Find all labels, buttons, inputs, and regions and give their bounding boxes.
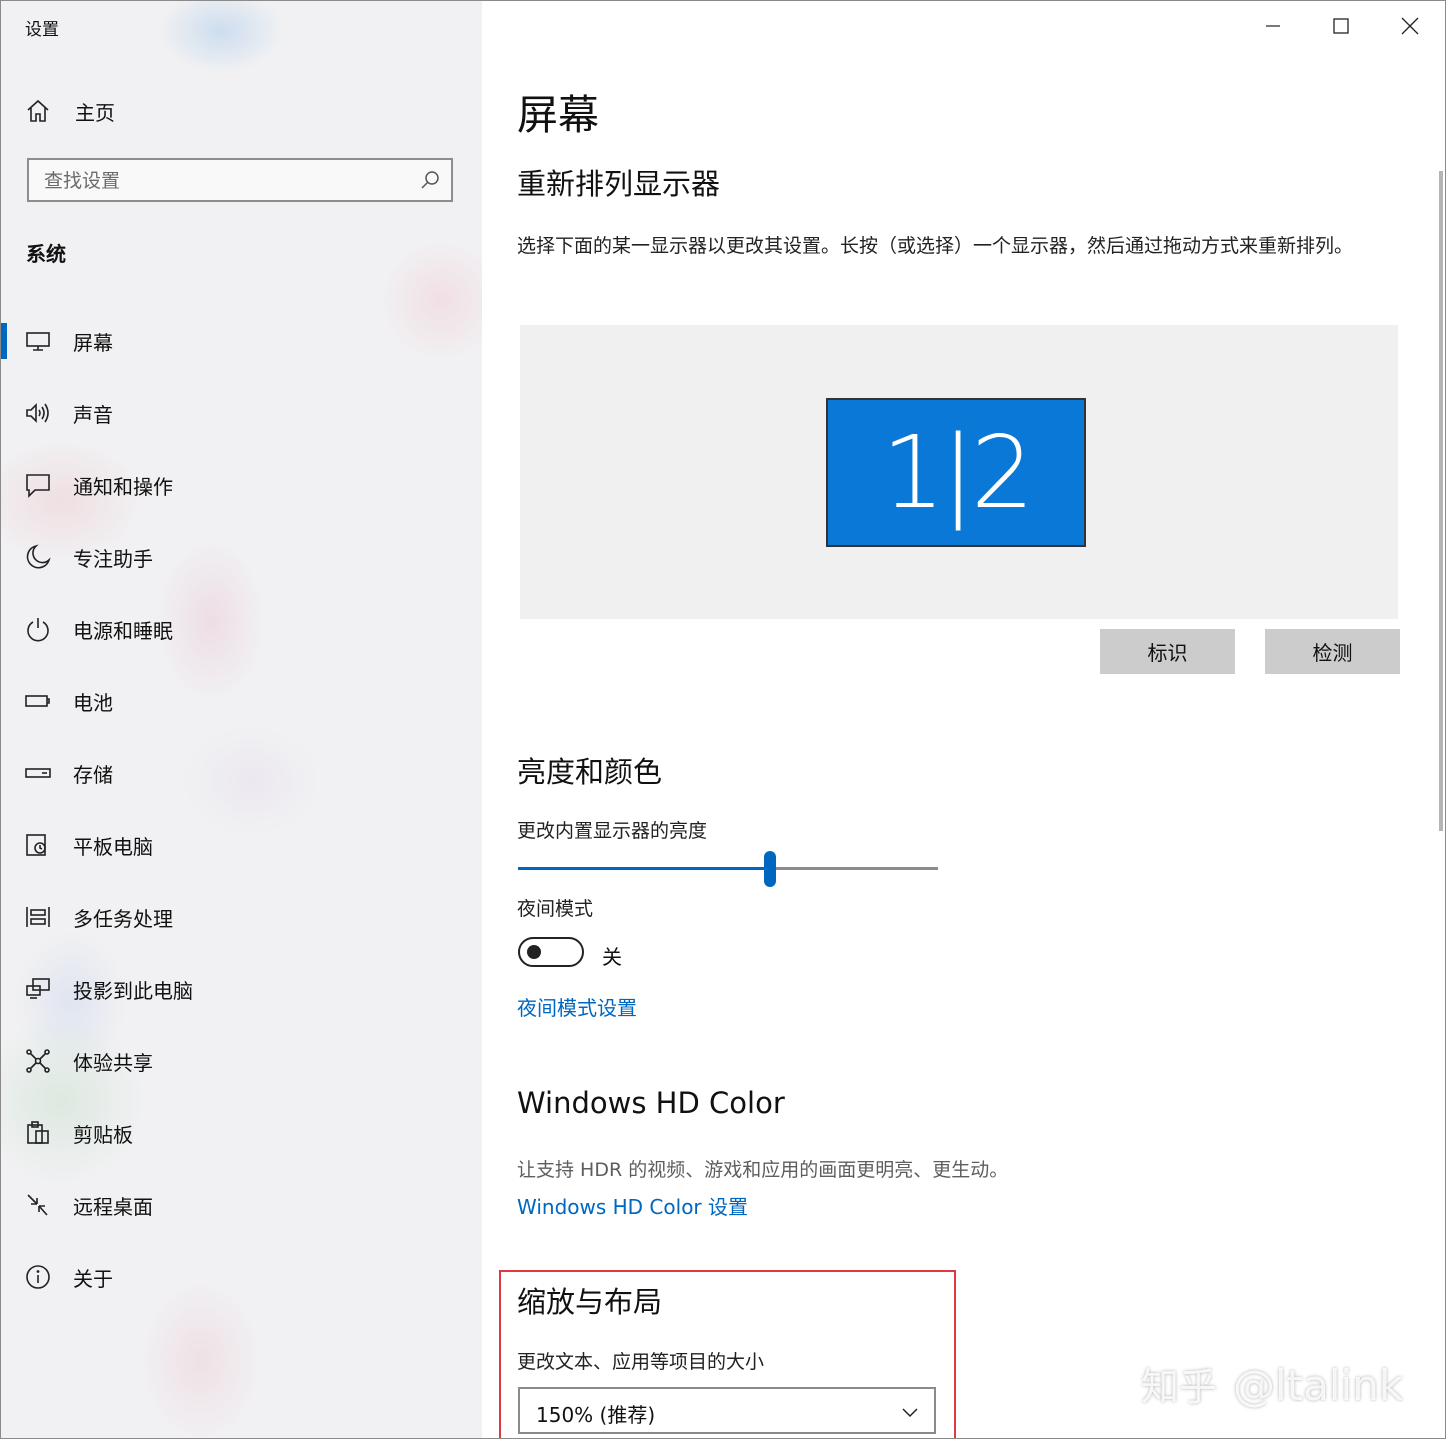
sidebar-item-shared-experiences[interactable]: 体验共享	[1, 1025, 482, 1097]
battery-icon	[25, 695, 50, 707]
rearrange-description: 选择下面的某一显示器以更改其设置。长按（或选择）一个显示器，然后通过拖动方式来重…	[517, 235, 1354, 257]
tablet-icon	[26, 834, 46, 856]
speaker-icon	[26, 403, 49, 423]
hd-color-settings-link[interactable]: Windows HD Color 设置	[517, 1191, 748, 1220]
night-mode-toggle[interactable]	[518, 937, 584, 967]
brightness-heading: 亮度和颜色	[517, 755, 663, 789]
slider-fill	[518, 867, 770, 870]
sidebar-item-project[interactable]: 投影到此电脑	[1, 953, 482, 1025]
sidebar-item-remote-desktop[interactable]: 远程桌面	[1, 1169, 482, 1241]
sidebar-item-display[interactable]: 屏幕	[1, 305, 482, 377]
scale-dropdown[interactable]: 150% (推荐)	[518, 1387, 936, 1434]
section-label: 系统	[26, 242, 66, 266]
night-mode-settings-link[interactable]: 夜间模式设置	[517, 992, 637, 1021]
sidebar-item-label: 通知和操作	[73, 475, 173, 499]
home-nav-item[interactable]: 主页	[25, 93, 115, 129]
sidebar-item-sound[interactable]: 声音	[1, 377, 482, 449]
slider-track	[770, 867, 938, 870]
rearrange-heading: 重新排列显示器	[517, 167, 721, 201]
share-icon	[26, 1049, 50, 1073]
monitor-number: 1|2	[881, 414, 1035, 531]
project-icon	[26, 978, 50, 999]
moon-icon	[26, 544, 51, 569]
watermark-handle: @ltalink	[1233, 1361, 1404, 1410]
sidebar: 设置 主页 系统 屏幕 声音 通知和操作	[1, 1, 482, 1438]
sidebar-item-label: 多任务处理	[73, 907, 173, 931]
hd-color-description: 让支持 HDR 的视频、游戏和应用的画面更明亮、更生动。	[517, 1159, 1009, 1181]
sidebar-item-label: 声音	[73, 403, 113, 427]
watermark: 知乎 @ltalink	[1141, 1356, 1403, 1411]
sidebar-item-label: 专注助手	[73, 547, 153, 571]
remote-desktop-icon	[27, 1194, 48, 1216]
info-icon	[26, 1265, 50, 1289]
sidebar-item-notifications[interactable]: 通知和操作	[1, 449, 482, 521]
detect-button[interactable]: 检测	[1265, 629, 1400, 674]
night-mode-state: 关	[602, 945, 622, 969]
search-input[interactable]	[29, 160, 426, 202]
hd-color-heading: Windows HD Color	[517, 1086, 785, 1120]
content-pane: 屏幕 重新排列显示器 选择下面的某一显示器以更改其设置。长按（或选择）一个显示器…	[482, 1, 1445, 1438]
power-icon	[27, 618, 49, 642]
clipboard-icon	[27, 1121, 49, 1144]
sidebar-nav: 屏幕 声音 通知和操作 专注助手 电源和睡眠 电池 存储 平板电脑 多任务处理 …	[1, 305, 482, 1313]
sidebar-item-label: 电源和睡眠	[73, 619, 173, 643]
sidebar-item-power-sleep[interactable]: 电源和睡眠	[1, 593, 482, 665]
display-arrangement-area: 1|2	[520, 325, 1398, 619]
monitor-icon	[26, 332, 50, 351]
notification-icon	[26, 474, 50, 498]
search-box[interactable]	[27, 158, 453, 202]
multitask-icon	[26, 907, 50, 927]
slider-thumb[interactable]	[764, 851, 776, 887]
watermark-logo: 知乎	[1141, 1365, 1218, 1409]
scale-dropdown-value: 150% (推荐)	[536, 1403, 656, 1427]
sidebar-item-tablet[interactable]: 平板电脑	[1, 809, 482, 881]
home-icon	[27, 99, 49, 122]
sidebar-item-label: 体验共享	[73, 1051, 153, 1075]
home-label: 主页	[75, 100, 115, 125]
scale-heading: 缩放与布局	[517, 1285, 663, 1319]
sidebar-item-about[interactable]: 关于	[1, 1241, 482, 1313]
chevron-down-icon	[902, 1408, 918, 1418]
sidebar-item-label: 屏幕	[73, 331, 113, 355]
sidebar-item-label: 电池	[73, 691, 113, 715]
settings-window: 设置 主页 系统 屏幕 声音 通知和操作	[0, 0, 1446, 1439]
brightness-slider-label: 更改内置显示器的亮度	[517, 820, 708, 842]
sidebar-item-focus-assist[interactable]: 专注助手	[1, 521, 482, 593]
brightness-slider[interactable]	[518, 851, 938, 887]
sidebar-item-multitasking[interactable]: 多任务处理	[1, 881, 482, 953]
scrollbar-thumb[interactable]	[1439, 171, 1443, 831]
storage-icon	[25, 768, 51, 778]
sidebar-item-label: 存储	[73, 763, 113, 787]
app-title: 设置	[25, 20, 59, 40]
night-mode-label: 夜间模式	[517, 898, 594, 920]
toggle-knob	[527, 945, 541, 959]
monitor-tile[interactable]: 1|2	[826, 398, 1086, 547]
sidebar-item-label: 投影到此电脑	[73, 979, 193, 1003]
identify-button[interactable]: 标识	[1100, 629, 1235, 674]
scale-label: 更改文本、应用等项目的大小	[517, 1351, 765, 1373]
sidebar-item-label: 远程桌面	[73, 1195, 153, 1219]
sidebar-item-clipboard[interactable]: 剪贴板	[1, 1097, 482, 1169]
page-title: 屏幕	[517, 91, 599, 139]
sidebar-item-battery[interactable]: 电池	[1, 665, 482, 737]
sidebar-item-storage[interactable]: 存储	[1, 737, 482, 809]
search-icon[interactable]	[419, 169, 441, 191]
sidebar-item-label: 关于	[73, 1267, 113, 1291]
sidebar-item-label: 平板电脑	[73, 835, 153, 859]
sidebar-item-label: 剪贴板	[73, 1123, 133, 1147]
